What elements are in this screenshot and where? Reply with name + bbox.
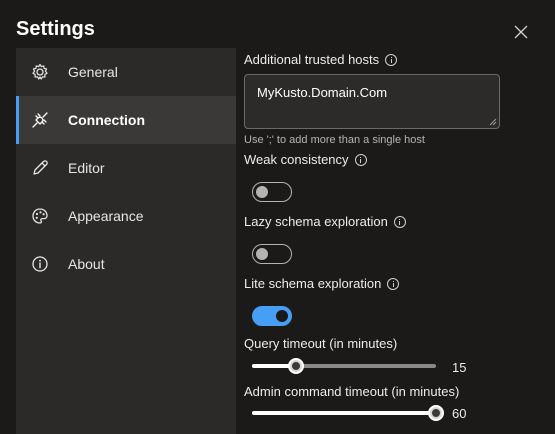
sidebar-item-connection[interactable]: Connection bbox=[16, 96, 236, 144]
sidebar-item-label: General bbox=[68, 64, 118, 80]
sidebar-item-editor[interactable]: Editor bbox=[16, 144, 236, 192]
toggle-knob bbox=[256, 186, 268, 198]
sidebar-item-appearance[interactable]: Appearance bbox=[16, 192, 236, 240]
plug-icon bbox=[32, 112, 48, 128]
sidebar-item-about[interactable]: About bbox=[16, 240, 236, 288]
gear-icon bbox=[32, 63, 48, 80]
weak-consistency-label-text: Weak consistency bbox=[244, 152, 349, 167]
admin-timeout-value: 60 bbox=[452, 406, 467, 421]
query-timeout-label: Query timeout (in minutes) bbox=[244, 336, 398, 351]
lazy-schema-label-text: Lazy schema exploration bbox=[244, 214, 388, 229]
lite-schema-label: Lite schema exploration bbox=[244, 276, 400, 291]
trusted-hosts-value: MyKusto.Domain.Com bbox=[257, 85, 388, 100]
close-icon[interactable] bbox=[511, 22, 531, 42]
sidebar-item-label: About bbox=[68, 256, 105, 272]
info-icon[interactable] bbox=[387, 277, 400, 290]
slider-thumb[interactable] bbox=[288, 358, 305, 374]
info-icon[interactable] bbox=[354, 153, 367, 166]
lazy-schema-toggle[interactable] bbox=[252, 244, 292, 264]
trusted-hosts-label: Additional trusted hosts bbox=[244, 52, 398, 67]
sidebar-item-label: Connection bbox=[68, 112, 145, 128]
admin-timeout-label: Admin command timeout (in minutes) bbox=[244, 384, 460, 399]
trusted-hosts-label-text: Additional trusted hosts bbox=[244, 52, 380, 67]
lite-schema-label-text: Lite schema exploration bbox=[244, 276, 382, 291]
dialog-title: Settings bbox=[16, 18, 95, 40]
sidebar-item-label: Appearance bbox=[68, 208, 144, 224]
query-timeout-slider[interactable] bbox=[252, 358, 436, 374]
palette-icon bbox=[32, 208, 48, 224]
trusted-hosts-hint: Use ';' to add more than a single host bbox=[244, 134, 425, 146]
toggle-knob bbox=[276, 310, 288, 322]
query-timeout-value: 15 bbox=[452, 360, 467, 375]
weak-consistency-label: Weak consistency bbox=[244, 152, 367, 167]
slider-fill bbox=[252, 411, 436, 415]
lite-schema-toggle[interactable] bbox=[252, 306, 292, 326]
sidebar-item-label: Editor bbox=[68, 160, 105, 176]
toggle-knob bbox=[256, 248, 268, 260]
admin-timeout-slider[interactable] bbox=[252, 405, 444, 421]
info-icon[interactable] bbox=[393, 215, 406, 228]
pencil-icon bbox=[33, 160, 48, 175]
info-icon[interactable] bbox=[385, 53, 398, 66]
sidebar-item-general[interactable]: General bbox=[16, 48, 236, 96]
resize-handle-icon[interactable] bbox=[489, 118, 497, 126]
lazy-schema-label: Lazy schema exploration bbox=[244, 214, 406, 229]
info-icon bbox=[32, 256, 48, 272]
slider-thumb[interactable] bbox=[428, 405, 444, 421]
settings-sidebar: General Connection Editor Appearance Abo… bbox=[16, 48, 236, 434]
weak-consistency-toggle[interactable] bbox=[252, 182, 292, 202]
trusted-hosts-input[interactable]: MyKusto.Domain.Com bbox=[244, 74, 500, 129]
